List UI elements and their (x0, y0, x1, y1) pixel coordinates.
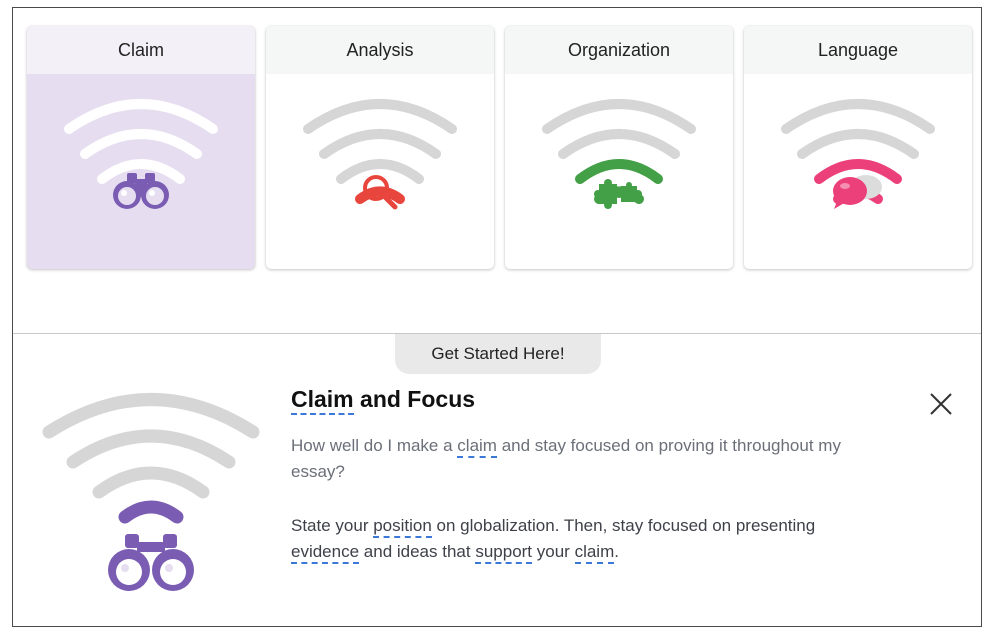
category-cards: Claim Analysis Organization Language (27, 26, 972, 269)
card-claim[interactable]: Claim (27, 26, 255, 269)
binoculars-icon (108, 534, 194, 591)
card-analysis[interactable]: Analysis (266, 26, 494, 269)
puzzle-icon (594, 179, 642, 209)
detail-title: Claim and Focus (291, 386, 851, 415)
magnifier-icon (363, 175, 398, 210)
get-started-tab[interactable]: Get Started Here! (395, 334, 601, 374)
close-icon[interactable] (926, 389, 956, 419)
glossary-term-position[interactable]: position (373, 516, 432, 538)
card-title: Analysis (266, 26, 494, 74)
glossary-term-claim[interactable]: claim (574, 542, 615, 564)
card-title: Organization (505, 26, 733, 74)
glossary-term-claim[interactable]: claim (457, 436, 497, 458)
card-organization[interactable]: Organization (505, 26, 733, 269)
app-frame: Claim Analysis Organization Language Get… (12, 7, 982, 627)
speech-bubbles-icon (833, 175, 882, 209)
glossary-term-claim[interactable]: Claim (291, 386, 354, 415)
binoculars-icon (113, 173, 169, 209)
detail-question: How well do I make a claim and stay focu… (291, 436, 841, 481)
signal-icon (542, 99, 696, 204)
card-language[interactable]: Language (744, 26, 972, 269)
card-title: Language (744, 26, 972, 74)
detail-description: State your position on globalization. Th… (291, 513, 851, 565)
claim-signal-icon (42, 393, 260, 591)
glossary-term-support[interactable]: support (475, 542, 533, 564)
card-title: Claim (27, 26, 255, 74)
glossary-term-evidence[interactable]: evidence (291, 542, 360, 564)
detail-panel: Claim and Focus How well do I make a cla… (291, 386, 851, 565)
signal-icon (303, 99, 457, 204)
